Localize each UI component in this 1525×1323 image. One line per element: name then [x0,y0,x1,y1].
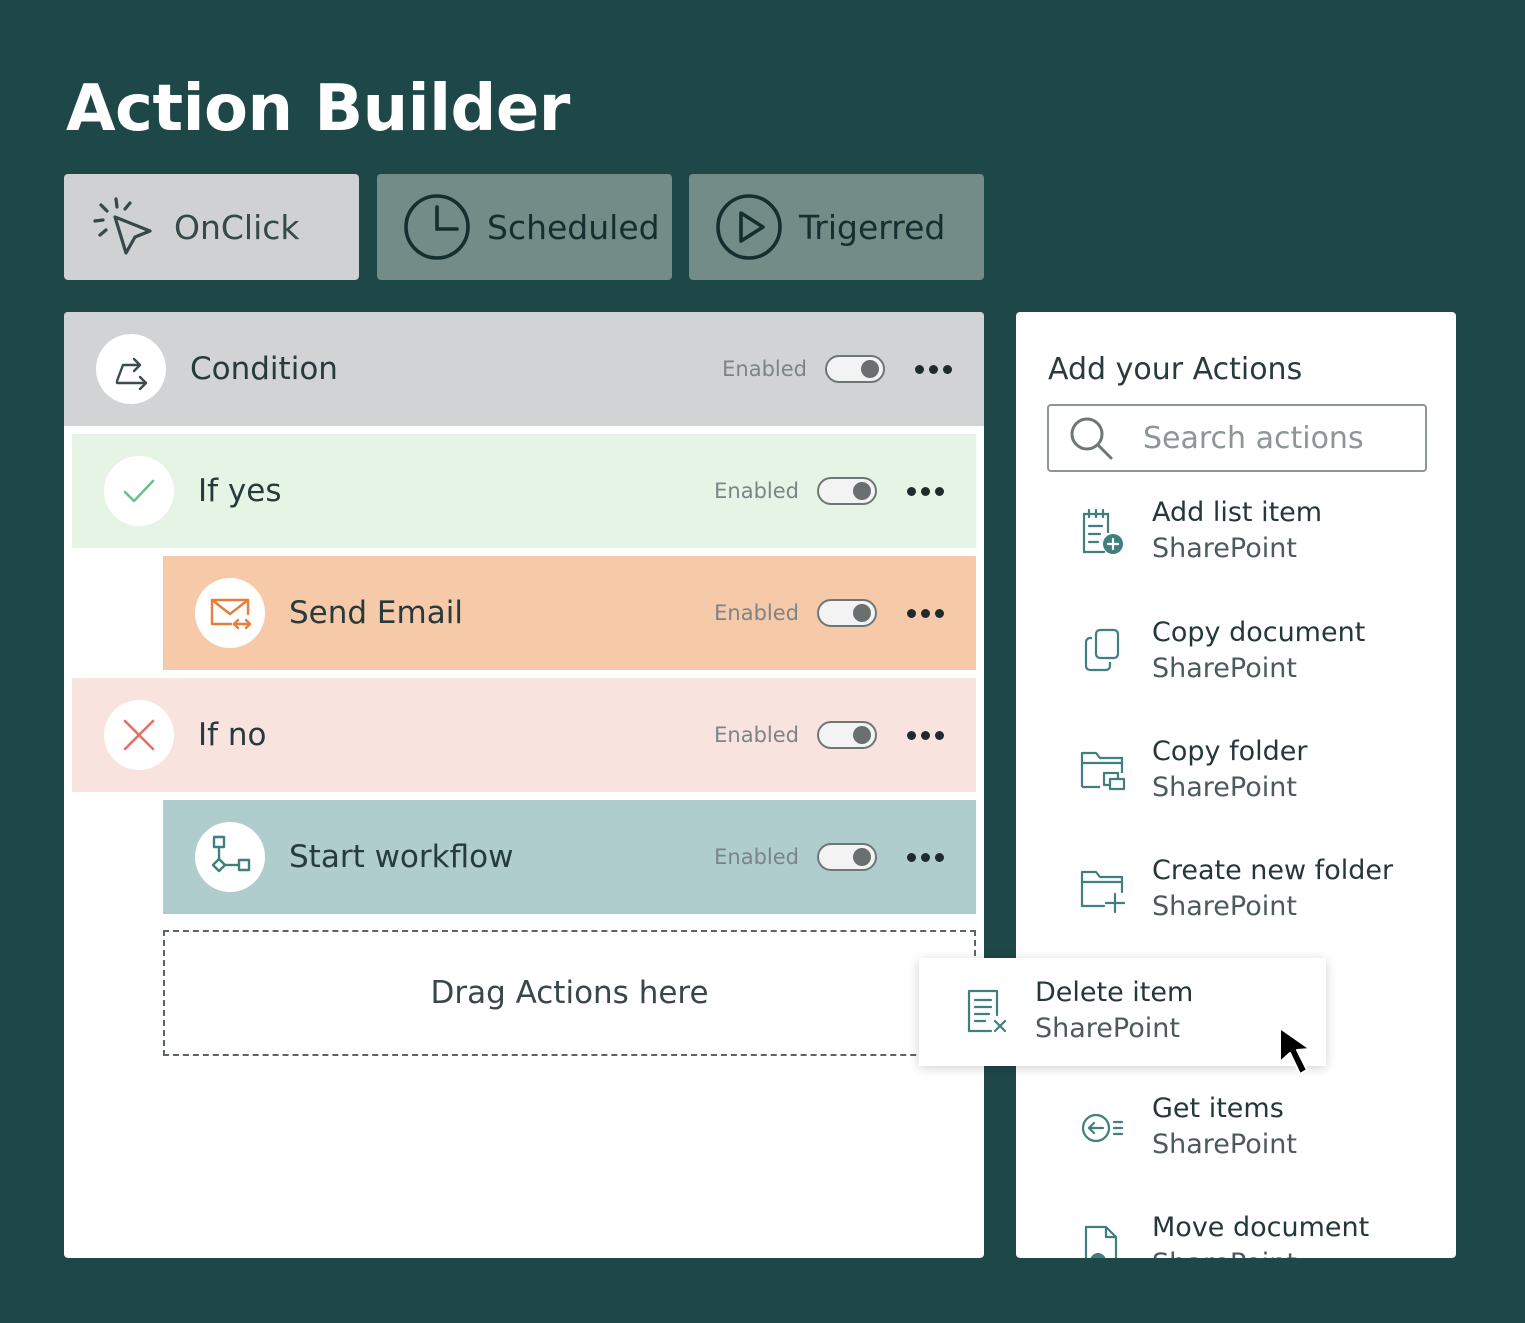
tab-label: OnClick [174,207,300,247]
enabled-toggle[interactable] [817,599,877,627]
status-text: Enabled [714,723,799,747]
condition-row[interactable]: Condition Enabled [64,312,984,426]
action-item-get-items[interactable]: Get items SharePoint [1076,1092,1446,1172]
row-label: Condition [190,351,338,387]
action-text: Move document SharePoint [1152,1211,1369,1258]
email-icon [210,598,252,630]
send-email-row[interactable]: Send Email Enabled [163,556,976,670]
toggle-knob [861,360,879,378]
if-yes-row[interactable]: If yes Enabled [72,434,976,548]
more-options-icon[interactable] [915,359,952,379]
pointer-click-icon [93,197,152,255]
enabled-toggle[interactable] [817,721,877,749]
row-label: Start workflow [289,839,514,875]
action-text: Get items SharePoint [1152,1092,1297,1164]
tab-label: Scheduled [487,207,660,247]
mouse-cursor-icon [1279,1027,1311,1075]
copy-document-icon [1084,628,1120,672]
enabled-toggle[interactable] [817,843,877,871]
tab-triggered[interactable]: Trigerred [689,174,984,280]
tab-label: Trigerred [799,207,946,247]
action-item-copy-folder[interactable]: Copy folder SharePoint [1076,735,1446,815]
toggle-knob [853,482,871,500]
enabled-toggle[interactable] [825,355,885,383]
tab-onclick[interactable]: OnClick [64,174,359,280]
action-source: SharePoint [1152,533,1297,564]
status-text: Enabled [714,601,799,625]
create-folder-icon [1080,870,1126,914]
search-icon [1070,417,1113,460]
enabled-toggle[interactable] [817,477,877,505]
row-label: If yes [198,473,282,509]
action-name: Create new folder [1152,855,1394,886]
row-icon-container [96,334,166,404]
more-options-icon[interactable] [907,847,944,867]
more-options-icon[interactable] [907,603,944,623]
row-icon-container [104,456,174,526]
toggle-knob [853,604,871,622]
search-input[interactable] [1141,419,1405,457]
status-text: Enabled [714,479,799,503]
action-source: SharePoint [1152,772,1297,803]
toggle-knob [853,848,871,866]
action-text: Create new folder SharePoint [1152,854,1393,926]
more-options-icon[interactable] [907,481,944,501]
action-source: SharePoint [1152,891,1297,922]
action-name: Get items [1152,1093,1284,1124]
action-item-add-list-item[interactable]: Add list item SharePoint [1076,496,1446,576]
action-name: Delete item [1035,977,1194,1008]
action-item-move-document[interactable]: Move document SharePoint [1076,1211,1446,1258]
action-text: Add list item SharePoint [1152,496,1322,568]
actions-panel: Add your Actions Search actions Add list… [1016,312,1456,1258]
row-icon-container [195,822,265,892]
close-icon [123,719,155,751]
move-document-icon [1084,1225,1118,1258]
action-source: SharePoint [1152,653,1297,684]
add-list-item-icon [1082,508,1123,554]
action-builder-canvas: Condition Enabled If yes Enabled Send Em… [64,312,984,1258]
get-items-icon [1081,1113,1124,1143]
action-source: SharePoint [1152,1245,1369,1258]
delete-item-icon [967,989,1007,1033]
toggle-knob [853,726,871,744]
row-icon-container [104,700,174,770]
search-box[interactable] [1047,404,1427,472]
check-icon [123,479,155,503]
start-workflow-row[interactable]: Start workflow Enabled [163,800,976,914]
action-text: Delete item SharePoint [1035,976,1193,1048]
panel-title: Add your Actions [1048,352,1303,387]
action-source: SharePoint [1152,1129,1297,1160]
status-text: Enabled [714,845,799,869]
row-label: Send Email [289,595,463,631]
action-text: Copy document SharePoint [1152,616,1365,688]
status-text: Enabled [722,357,807,381]
action-source: SharePoint [1035,1013,1180,1044]
more-options-icon[interactable] [907,725,944,745]
row-icon-container [195,578,265,648]
action-name: Copy folder [1152,736,1308,767]
action-text: Copy folder SharePoint [1152,735,1307,807]
action-item-create-new-folder[interactable]: Create new folder SharePoint [1076,854,1446,934]
action-item-copy-document[interactable]: Copy document SharePoint [1076,616,1446,696]
tab-scheduled[interactable]: Scheduled [377,174,672,280]
action-name: Copy document [1152,617,1366,648]
copy-folder-icon [1080,751,1126,791]
row-label: If no [198,717,267,753]
page-title: Action Builder [66,72,570,146]
branch-arrow-icon [115,357,148,391]
action-name: Move document [1152,1212,1370,1243]
play-icon [716,194,782,260]
drop-zone[interactable]: Drag Actions here [163,930,976,1056]
workflow-icon [211,835,251,873]
if-no-row[interactable]: If no Enabled [72,678,976,792]
drop-zone-label: Drag Actions here [430,975,709,1011]
clock-icon [404,194,470,260]
action-name: Add list item [1152,497,1323,528]
dragging-action-card[interactable]: Delete item SharePoint [919,958,1326,1066]
